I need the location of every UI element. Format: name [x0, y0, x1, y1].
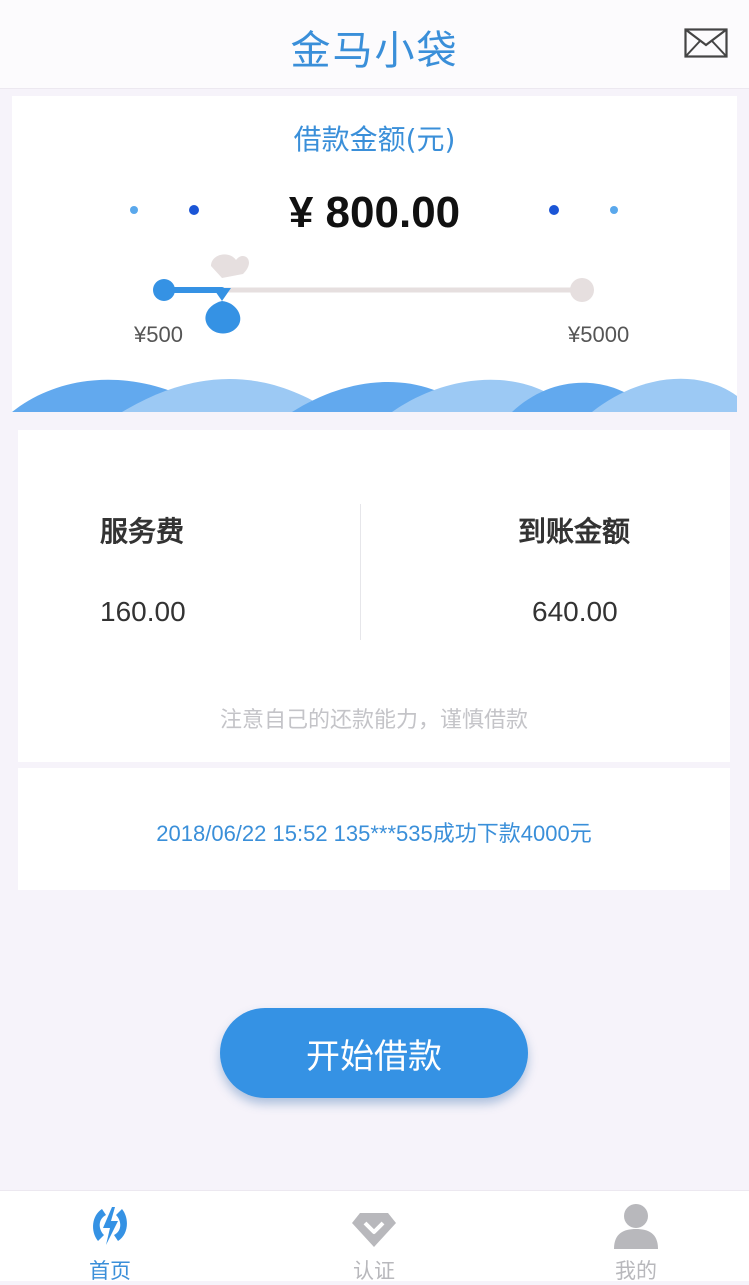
- tab-home-label: 首页: [89, 1259, 131, 1283]
- loan-ticker-text: 2018/06/22 15:52 135***535成功下款4000元: [156, 821, 592, 846]
- home-bolt-icon: [93, 1207, 127, 1245]
- loan-amount-value: ¥ 800.00: [288, 188, 461, 237]
- mail-icon[interactable]: [684, 28, 728, 58]
- start-loan-button[interactable]: 开始借款: [220, 1008, 528, 1098]
- received-amount-value: 640.00: [532, 596, 618, 627]
- tab-verify-label: 认证: [353, 1259, 395, 1283]
- tab-verify[interactable]: 认证: [314, 1191, 434, 1283]
- user-icon: [614, 1204, 658, 1249]
- app-header: 金马小袋: [0, 0, 749, 89]
- tab-profile-label: 我的: [615, 1259, 657, 1283]
- loan-amount-label: 借款金额(元): [293, 123, 456, 156]
- wave-decoration: [12, 378, 737, 412]
- loan-ticker-card: 2018/06/22 15:52 135***535成功下款4000元: [18, 768, 730, 890]
- diamond-verify-icon: [352, 1213, 396, 1247]
- received-amount-label: 到账金额: [518, 515, 631, 548]
- service-fee-value: 160.00: [100, 596, 186, 627]
- fee-summary-card: 服务费 160.00 到账金额 640.00 注意自己的还款能力，谨慎借款: [18, 430, 730, 762]
- loan-amount-panel: 借款金额(元) ¥ 800.00 ¥500 ¥5000: [12, 96, 737, 412]
- app-title: 金马小袋: [290, 28, 459, 74]
- slider-max-label: ¥5000: [568, 322, 630, 347]
- caution-notice: 注意自己的还款能力，谨慎借款: [219, 708, 528, 733]
- service-fee-label: 服务费: [100, 515, 185, 548]
- slider-min-label: ¥500: [134, 322, 183, 347]
- bottom-tab-bar: 首页 认证 我的: [0, 1190, 749, 1283]
- tab-profile[interactable]: 我的: [576, 1191, 696, 1283]
- tab-home[interactable]: 首页: [50, 1191, 170, 1283]
- fee-divider: [360, 504, 361, 640]
